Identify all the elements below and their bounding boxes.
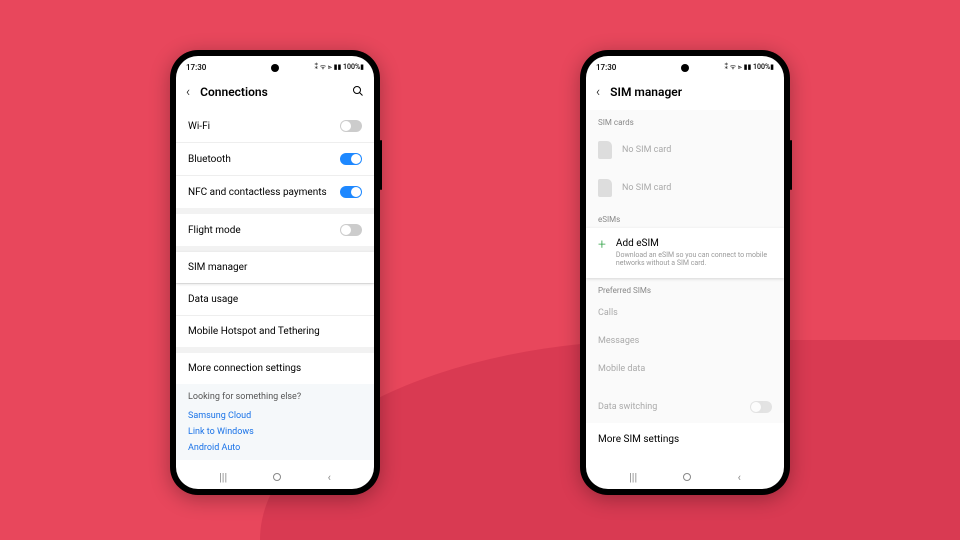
- row-wifi[interactable]: Wi-Fi: [176, 110, 374, 142]
- row-data-usage[interactable]: Data usage: [176, 284, 374, 315]
- screen-sim-manager: 17:30 ⁑ ᯤ ⫸ ▮▮ 100%▮ ‹ SIM manager SIM c…: [586, 56, 784, 489]
- phone-mockups-container: 17:30 ⁑ ᯤ ⫸ ▮▮ 100%▮ ‹ Connections Wi-Fi: [0, 50, 960, 495]
- data-label: Data usage: [188, 294, 238, 305]
- nav-bar: ||| ‹: [586, 465, 784, 489]
- add-esim-title: Add eSIM: [616, 238, 772, 249]
- data-switching-toggle[interactable]: [750, 401, 772, 413]
- sim-card-icon: [598, 179, 612, 197]
- wifi-label: Wi-Fi: [188, 121, 210, 132]
- link-link-to-windows[interactable]: Link to Windows: [188, 424, 362, 440]
- bluetooth-label: Bluetooth: [188, 154, 231, 165]
- row-mobile-data[interactable]: Mobile data: [586, 355, 784, 383]
- status-time: 17:30: [596, 63, 616, 72]
- sim2-label: No SIM card: [622, 183, 671, 193]
- nav-recents-icon[interactable]: |||: [629, 471, 637, 484]
- add-esim-subtitle: Download an eSIM so you can connect to m…: [616, 251, 772, 268]
- row-messages[interactable]: Messages: [586, 327, 784, 355]
- header: ‹ Connections: [176, 78, 374, 110]
- row-sim-slot-2[interactable]: No SIM card: [586, 169, 784, 207]
- phone-left: 17:30 ⁑ ᯤ ⫸ ▮▮ 100%▮ ‹ Connections Wi-Fi: [170, 50, 380, 495]
- nav-back-icon[interactable]: ‹: [738, 471, 741, 484]
- page-title: SIM manager: [610, 85, 774, 99]
- row-nfc[interactable]: NFC and contactless payments: [176, 176, 374, 208]
- header: ‹ SIM manager: [586, 78, 784, 110]
- row-calls[interactable]: Calls: [586, 299, 784, 327]
- nav-back-icon[interactable]: ‹: [328, 471, 331, 484]
- flight-label: Flight mode: [188, 225, 241, 236]
- footer-head: Looking for something else?: [188, 392, 362, 402]
- settings-list: Wi-Fi Bluetooth NFC and contactless paym…: [176, 110, 374, 465]
- phone-right: 17:30 ⁑ ᯤ ⫸ ▮▮ 100%▮ ‹ SIM manager SIM c…: [580, 50, 790, 495]
- back-icon[interactable]: ‹: [596, 84, 600, 100]
- link-android-auto[interactable]: Android Auto: [188, 440, 362, 456]
- hotspot-label: Mobile Hotspot and Tethering: [188, 326, 320, 337]
- nav-home-icon[interactable]: [683, 473, 691, 481]
- status-indicators: ⁑ ᯤ ⫸ ▮▮ 100%▮: [725, 63, 774, 72]
- more-label: More connection settings: [188, 363, 301, 374]
- nfc-label: NFC and contactless payments: [188, 187, 327, 198]
- row-data-switching[interactable]: Data switching: [586, 391, 784, 423]
- nfc-toggle[interactable]: [340, 186, 362, 198]
- search-icon[interactable]: [352, 85, 364, 100]
- row-add-esim[interactable]: + Add eSIM Download an eSIM so you can c…: [586, 228, 784, 278]
- footer-links-section: Looking for something else? Samsung Clou…: [176, 384, 374, 460]
- flight-toggle[interactable]: [340, 224, 362, 236]
- link-samsung-cloud[interactable]: Samsung Cloud: [188, 408, 362, 424]
- sim-card-icon: [598, 141, 612, 159]
- add-esim-content: Add eSIM Download an eSIM so you can con…: [616, 238, 772, 268]
- back-icon[interactable]: ‹: [186, 84, 190, 100]
- section-sim-cards: SIM cards: [586, 110, 784, 131]
- nav-home-icon[interactable]: [273, 473, 281, 481]
- plus-icon: +: [598, 238, 606, 252]
- section-preferred-sims: Preferred SIMs: [586, 278, 784, 299]
- sim-label: SIM manager: [188, 262, 247, 273]
- row-flight-mode[interactable]: Flight mode: [176, 214, 374, 246]
- row-more-sim-settings[interactable]: More SIM settings: [586, 423, 784, 456]
- sim1-label: No SIM card: [622, 145, 671, 155]
- nav-recents-icon[interactable]: |||: [219, 471, 227, 484]
- section-esims: eSIMs: [586, 207, 784, 228]
- row-sim-slot-1[interactable]: No SIM card: [586, 131, 784, 169]
- camera-cutout: [271, 64, 279, 72]
- nav-bar: ||| ‹: [176, 465, 374, 489]
- status-time: 17:30: [186, 63, 206, 72]
- sim-list: SIM cards No SIM card No SIM card eSIMs …: [586, 110, 784, 465]
- wifi-toggle[interactable]: [340, 120, 362, 132]
- screen-connections: 17:30 ⁑ ᯤ ⫸ ▮▮ 100%▮ ‹ Connections Wi-Fi: [176, 56, 374, 489]
- page-title: Connections: [200, 85, 342, 99]
- row-more-connection[interactable]: More connection settings: [176, 353, 374, 384]
- data-switching-label: Data switching: [598, 402, 657, 412]
- row-sim-manager[interactable]: SIM manager: [176, 252, 374, 283]
- row-hotspot[interactable]: Mobile Hotspot and Tethering: [176, 316, 374, 347]
- spacer: [586, 383, 784, 391]
- signal-icons: ⁑ ᯤ ⫸ ▮▮ 100%▮: [315, 63, 364, 72]
- camera-cutout: [681, 64, 689, 72]
- row-bluetooth[interactable]: Bluetooth: [176, 143, 374, 175]
- signal-icons: ⁑ ᯤ ⫸ ▮▮ 100%▮: [725, 63, 774, 72]
- status-indicators: ⁑ ᯤ ⫸ ▮▮ 100%▮: [315, 63, 364, 72]
- bluetooth-toggle[interactable]: [340, 153, 362, 165]
